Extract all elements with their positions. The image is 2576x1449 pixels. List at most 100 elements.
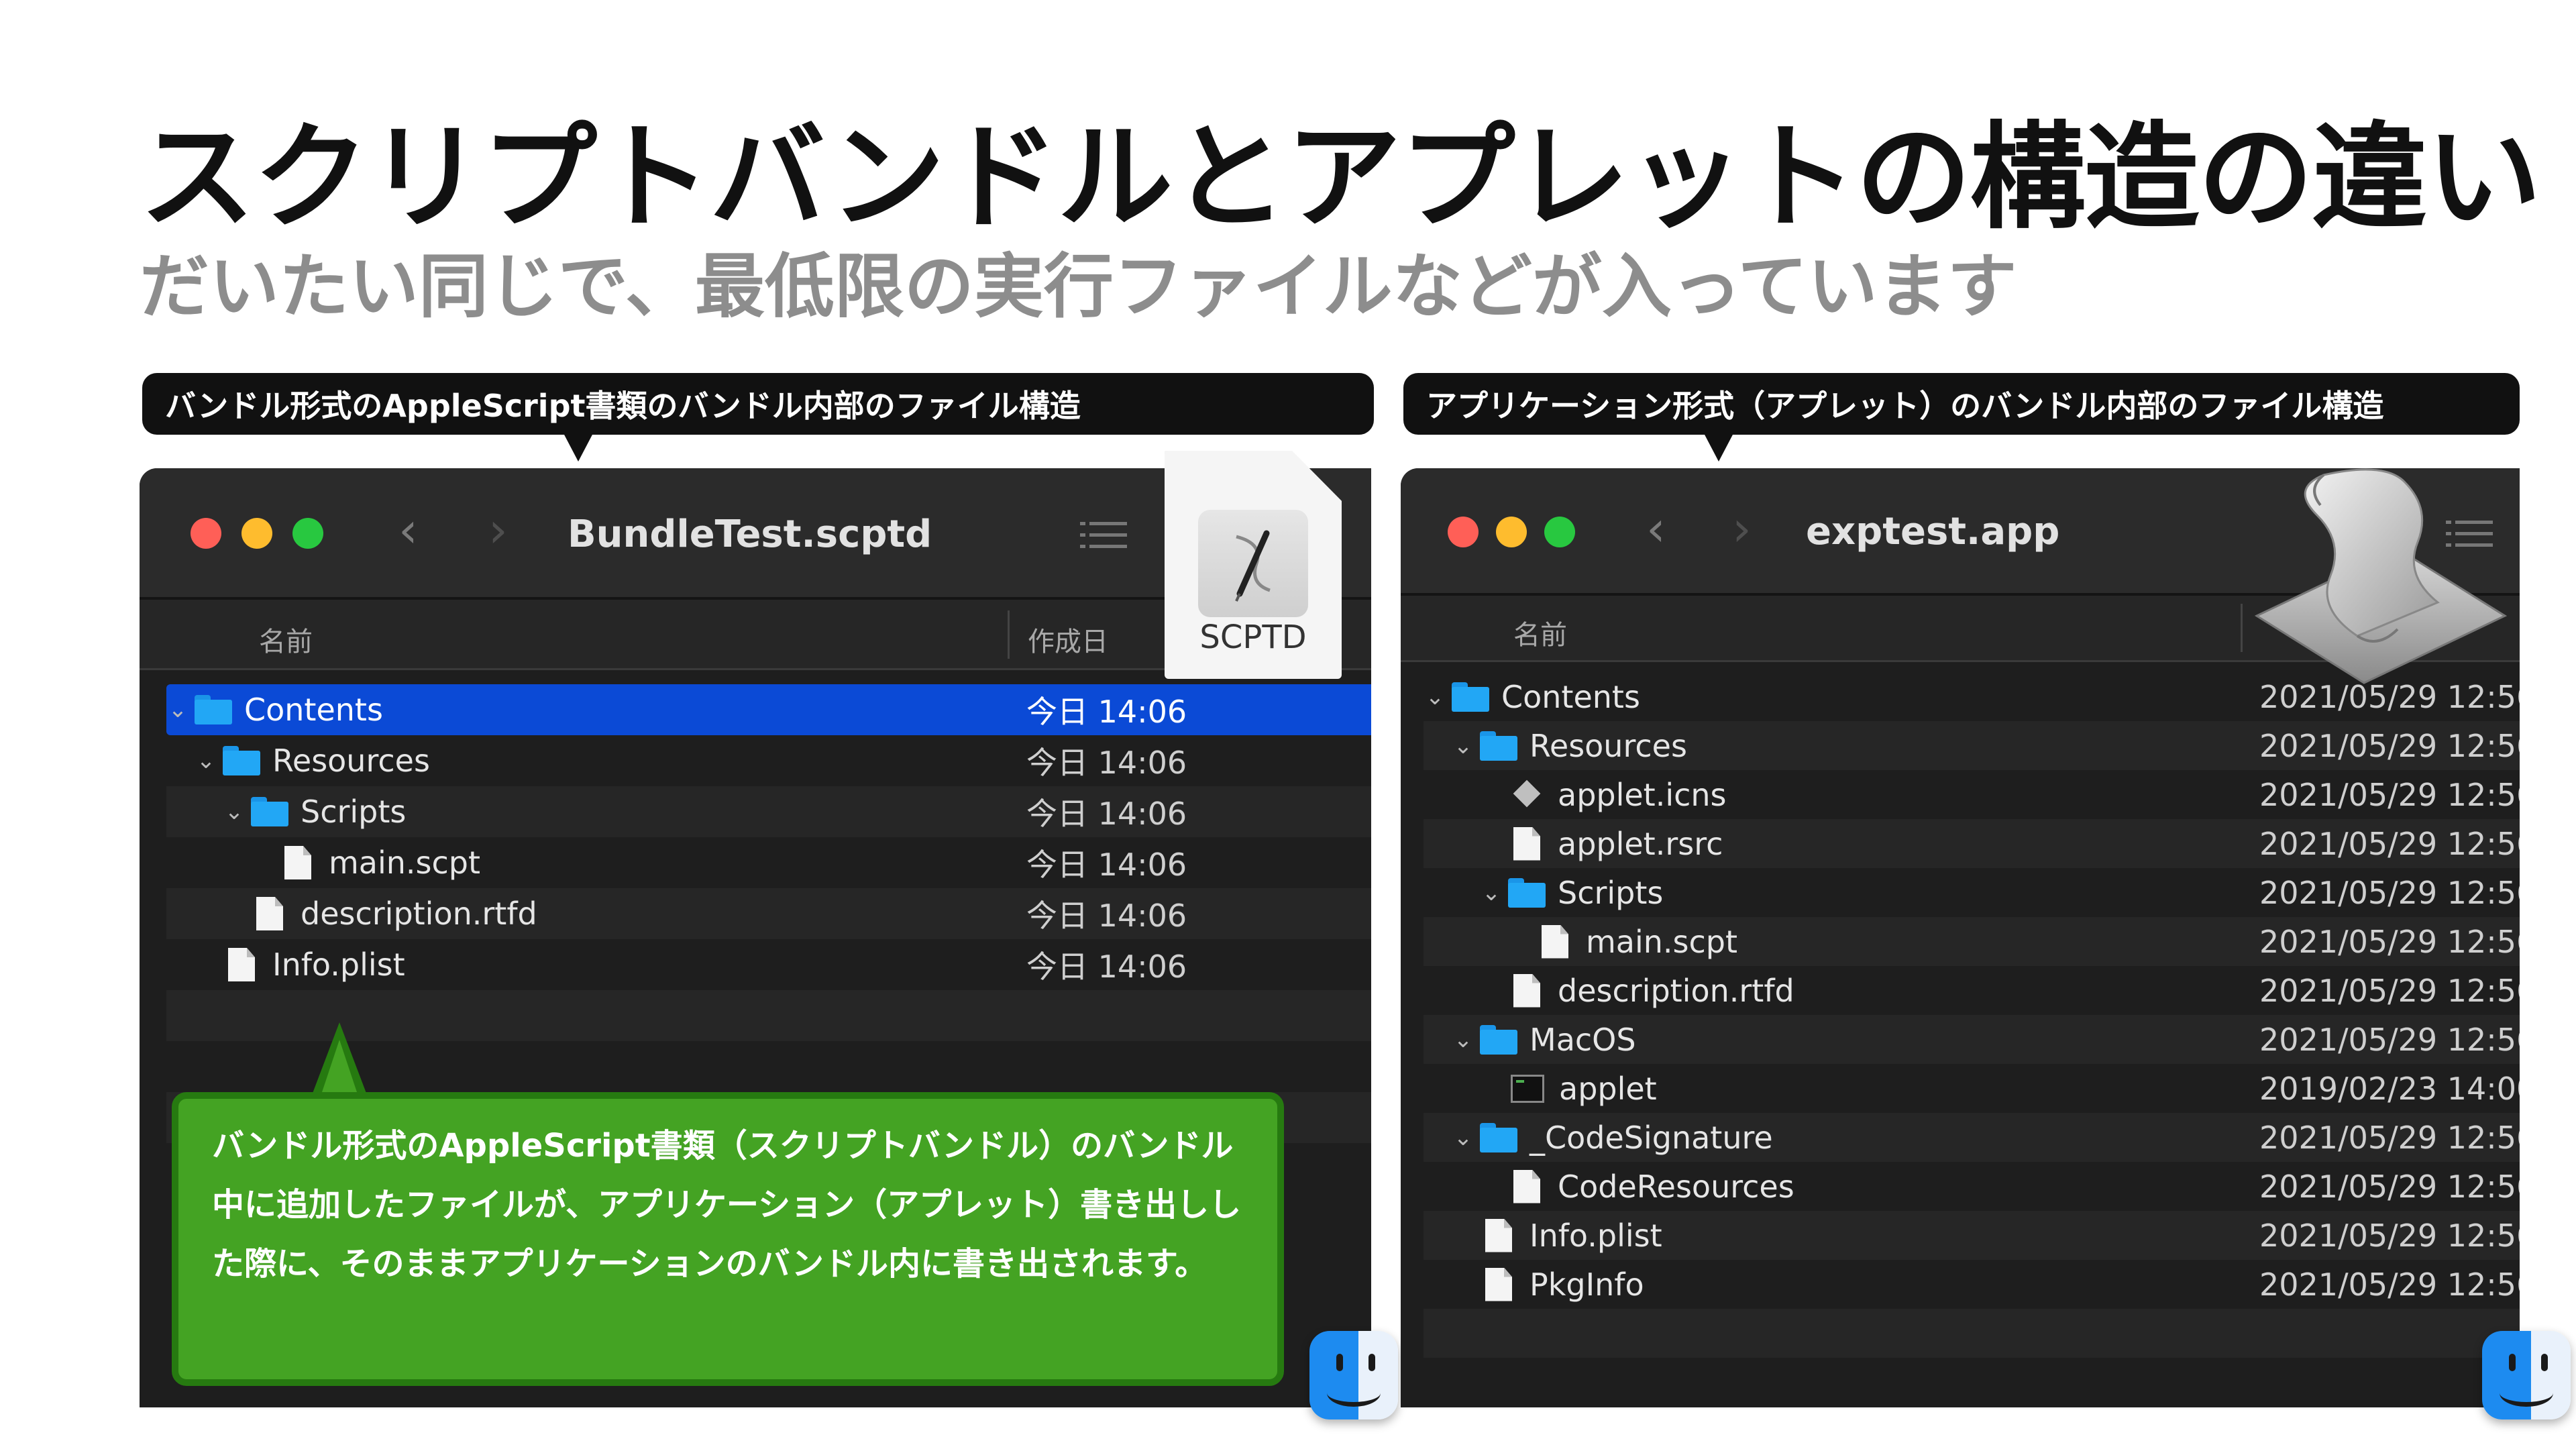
slide-title: スクリプトバンドルとアプレットの構造の違い (140, 110, 2542, 245)
column-name[interactable]: 名前 (1513, 613, 1567, 652)
disclosure-open-icon[interactable]: ⌄ (1452, 1026, 1474, 1053)
file-list: ⌄ Contents 2021/05/29 12:56 ⌄ Resources … (1424, 672, 2520, 1358)
row-date: 今日 14:06 (1026, 949, 1187, 985)
list-row-contents[interactable]: ⌄ Contents 今日 14:06 (166, 684, 1371, 735)
list-row-applet[interactable]: applet 2019/02/23 14:00 (1424, 1064, 2520, 1113)
disclosure-open-icon[interactable]: ⌄ (166, 696, 189, 723)
minimize-dot[interactable] (1496, 517, 1527, 547)
row-date: 2021/05/29 12:56 (2259, 874, 2520, 911)
row-name: main.scpt (1586, 923, 1738, 960)
row-name: main.scpt (329, 845, 481, 881)
document-icon (1485, 1219, 1512, 1252)
minimize-dot[interactable] (241, 518, 272, 549)
document-icon (1513, 827, 1540, 861)
list-row-main-scpt[interactable]: main.scpt 2021/05/29 12:56 (1424, 917, 2520, 966)
row-name: Info.plist (272, 947, 405, 983)
list-row-info-plist[interactable]: Info.plist 2021/05/29 12:56 (1424, 1211, 2520, 1260)
slide-subtitle: だいたい同じで、最低限の実行ファイルなどが入っています (140, 246, 2017, 327)
back-chevron-icon[interactable]: ‹ (398, 506, 418, 554)
document-icon (1513, 974, 1540, 1008)
document-icon (1542, 925, 1568, 959)
row-name: applet.icns (1558, 776, 1727, 813)
document-icon (284, 846, 311, 879)
list-row-description-rtfd[interactable]: description.rtfd 2021/05/29 12:56 (1424, 966, 2520, 1015)
zoom-dot[interactable] (1544, 517, 1575, 547)
row-date: 今日 14:06 (1026, 694, 1187, 730)
column-separator[interactable] (2241, 604, 2243, 652)
disclosure-open-icon[interactable]: ⌄ (195, 747, 217, 774)
explanation-note-text: バンドル形式のAppleScript書類（スクリプトバンドル）のバンドル中に追加… (212, 1127, 1242, 1283)
row-date: 2021/05/29 12:56 (2259, 825, 2520, 862)
row-name: Scripts (301, 794, 407, 830)
folder-icon (1480, 731, 1517, 761)
list-row-applet-icns[interactable]: applet.icns 2021/05/29 12:56 (1424, 770, 2520, 819)
row-date: 今日 14:06 (1026, 898, 1187, 934)
row-date: 2021/05/29 12:56 (2259, 923, 2520, 960)
row-name: MacOS (1529, 1021, 1636, 1058)
row-name: CodeResources (1558, 1168, 1794, 1205)
row-name: Resources (272, 743, 430, 779)
close-dot[interactable] (1448, 517, 1479, 547)
row-date: 2021/05/29 12:56 (2259, 972, 2520, 1009)
row-name: PkgInfo (1529, 1266, 1644, 1303)
left-window-label-text: バンドル形式のAppleScript書類のバンドル内部のファイル構造 (165, 388, 1081, 424)
list-row-description-rtfd[interactable]: description.rtfd 今日 14:06 (166, 888, 1371, 939)
document-icon (1513, 1170, 1540, 1203)
document-icon (256, 897, 283, 930)
column-created[interactable]: 作成日 (1028, 620, 1108, 659)
document-icon (228, 948, 255, 981)
script-editor-icon (2243, 448, 2512, 703)
back-chevron-icon[interactable]: ‹ (1646, 504, 1666, 553)
disclosure-open-icon[interactable]: ⌄ (1452, 1124, 1474, 1151)
row-date: 2021/05/29 12:56 (2259, 727, 2520, 764)
row-name: Contents (244, 692, 383, 728)
list-row-resources[interactable]: ⌄ Resources 2021/05/29 12:56 (1424, 721, 2520, 770)
icns-icon (1511, 779, 1543, 811)
row-date: 2021/05/29 12:56 (2259, 776, 2520, 813)
disclosure-open-icon[interactable]: ⌄ (1480, 879, 1503, 906)
close-dot[interactable] (191, 518, 221, 549)
disclosure-open-icon[interactable]: ⌄ (1424, 684, 1446, 710)
left-label-pointer (564, 433, 593, 462)
row-name: applet (1559, 1070, 1657, 1107)
list-row-coderesources[interactable]: CodeResources 2021/05/29 12:56 (1424, 1162, 2520, 1211)
row-name: _CodeSignature (1529, 1119, 1773, 1156)
forward-chevron-icon[interactable]: › (488, 506, 508, 554)
folder-icon (223, 746, 260, 775)
document-icon (1485, 1268, 1512, 1301)
scptd-file-icon: SCPTD (1165, 451, 1342, 679)
folder-icon (1452, 682, 1489, 712)
row-name: Resources (1529, 727, 1687, 764)
row-date: 2021/05/29 12:56 (2259, 1168, 2520, 1205)
list-row-info-plist[interactable]: Info.plist 今日 14:06 (166, 939, 1371, 990)
row-date: 2021/05/29 12:56 (2259, 1217, 2520, 1254)
folder-icon (195, 695, 232, 724)
list-row-scripts[interactable]: ⌄ Scripts 今日 14:06 (166, 786, 1371, 837)
list-row-macos[interactable]: ⌄ MacOS 2021/05/29 12:56 (1424, 1015, 2520, 1064)
file-extension-label: SCPTD (1199, 619, 1307, 656)
row-name: description.rtfd (301, 896, 537, 932)
disclosure-open-icon[interactable]: ⌄ (1452, 733, 1474, 759)
list-row-codesignature[interactable]: ⌄ _CodeSignature 2021/05/29 12:56 (1424, 1113, 2520, 1162)
list-view-icon[interactable] (1080, 522, 1127, 549)
finder-icon (1309, 1331, 1398, 1419)
list-row-scripts[interactable]: ⌄ Scripts 2021/05/29 12:56 (1424, 868, 2520, 917)
disclosure-open-icon[interactable]: ⌄ (223, 798, 246, 825)
script-pen-icon (1198, 510, 1308, 617)
list-row-main-scpt[interactable]: main.scpt 今日 14:06 (166, 837, 1371, 888)
list-row-applet-rsrc[interactable]: applet.rsrc 2021/05/29 12:56 (1424, 819, 2520, 868)
zoom-dot[interactable] (292, 518, 323, 549)
row-date: 2019/02/23 14:00 (2259, 1070, 2520, 1107)
forward-chevron-icon[interactable]: › (1732, 504, 1752, 553)
list-row-pkginfo[interactable]: PkgInfo 2021/05/29 12:56 (1424, 1260, 2520, 1309)
row-date: 2021/05/29 12:56 (2259, 1119, 2520, 1156)
column-name[interactable]: 名前 (259, 620, 313, 659)
folder-icon (1508, 877, 1546, 908)
list-row-resources[interactable]: ⌄ Resources 今日 14:06 (166, 735, 1371, 786)
row-date: 2021/05/29 12:56 (2259, 1266, 2520, 1303)
folder-icon (1480, 1024, 1517, 1055)
row-name: description.rtfd (1558, 972, 1794, 1009)
row-date: 今日 14:06 (1026, 745, 1187, 781)
column-separator[interactable] (1008, 610, 1010, 659)
row-name: Info.plist (1529, 1217, 1662, 1254)
